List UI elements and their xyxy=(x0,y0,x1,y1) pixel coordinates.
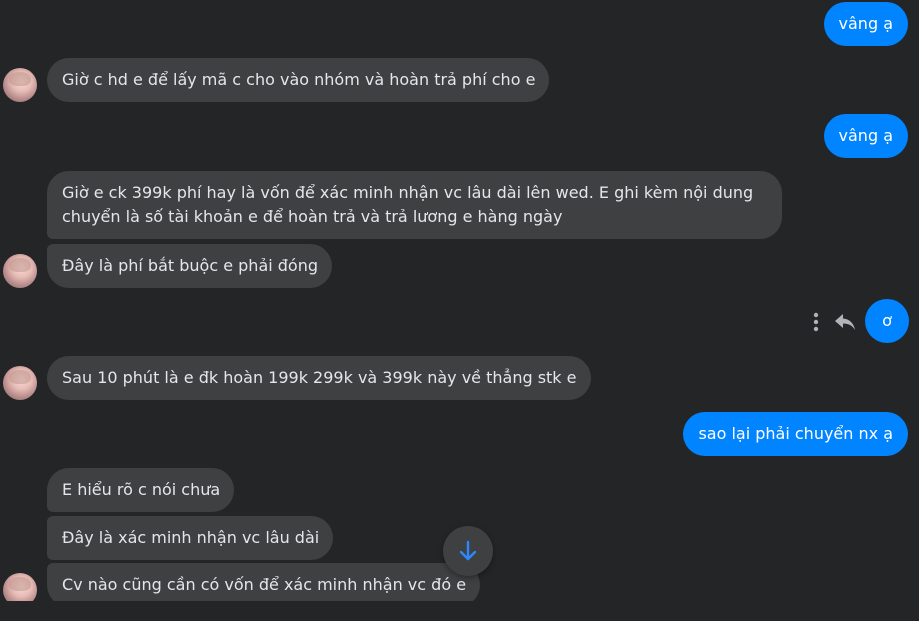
arrow-down-icon xyxy=(459,540,477,561)
message-bubble-outgoing[interactable]: sao lại phải chuyển nx ạ xyxy=(683,412,908,456)
message-bubble-incoming[interactable]: E hiểu rõ c nói chưa xyxy=(47,468,235,512)
reply-button[interactable] xyxy=(831,308,859,336)
message-bubble-outgoing[interactable]: vâng ạ xyxy=(823,2,908,46)
contact-avatar[interactable] xyxy=(3,254,37,288)
message-bubble-incoming[interactable]: Đây là phí bắt buộc e phải đóng xyxy=(47,244,333,288)
scroll-to-bottom-button[interactable] xyxy=(443,526,493,576)
contact-avatar[interactable] xyxy=(3,366,37,400)
contact-avatar[interactable] xyxy=(3,68,37,102)
more-options-button[interactable] xyxy=(806,308,826,336)
message-bubble-incoming[interactable]: Giờ e ck 399k phí hay là vốn để xác minh… xyxy=(47,171,782,239)
message-bubble-incoming[interactable]: Giờ c hd e để lấy mã c cho vào nhóm và h… xyxy=(47,58,550,102)
more-vertical-icon xyxy=(813,312,819,332)
chat-conversation: vâng ạ Giờ c hd e để lấy mã c cho vào nh… xyxy=(0,0,919,621)
message-bubble-outgoing[interactable]: vâng ạ xyxy=(823,114,908,158)
message-bubble-outgoing[interactable]: ơ xyxy=(865,299,909,343)
message-bubble-incoming[interactable]: Đây là xác minh nhận vc lâu dài xyxy=(47,516,334,560)
composer-divider xyxy=(0,601,919,621)
message-bubble-incoming[interactable]: Sau 10 phút là e đk hoàn 199k 299k và 39… xyxy=(47,356,591,400)
reply-icon xyxy=(835,314,855,330)
